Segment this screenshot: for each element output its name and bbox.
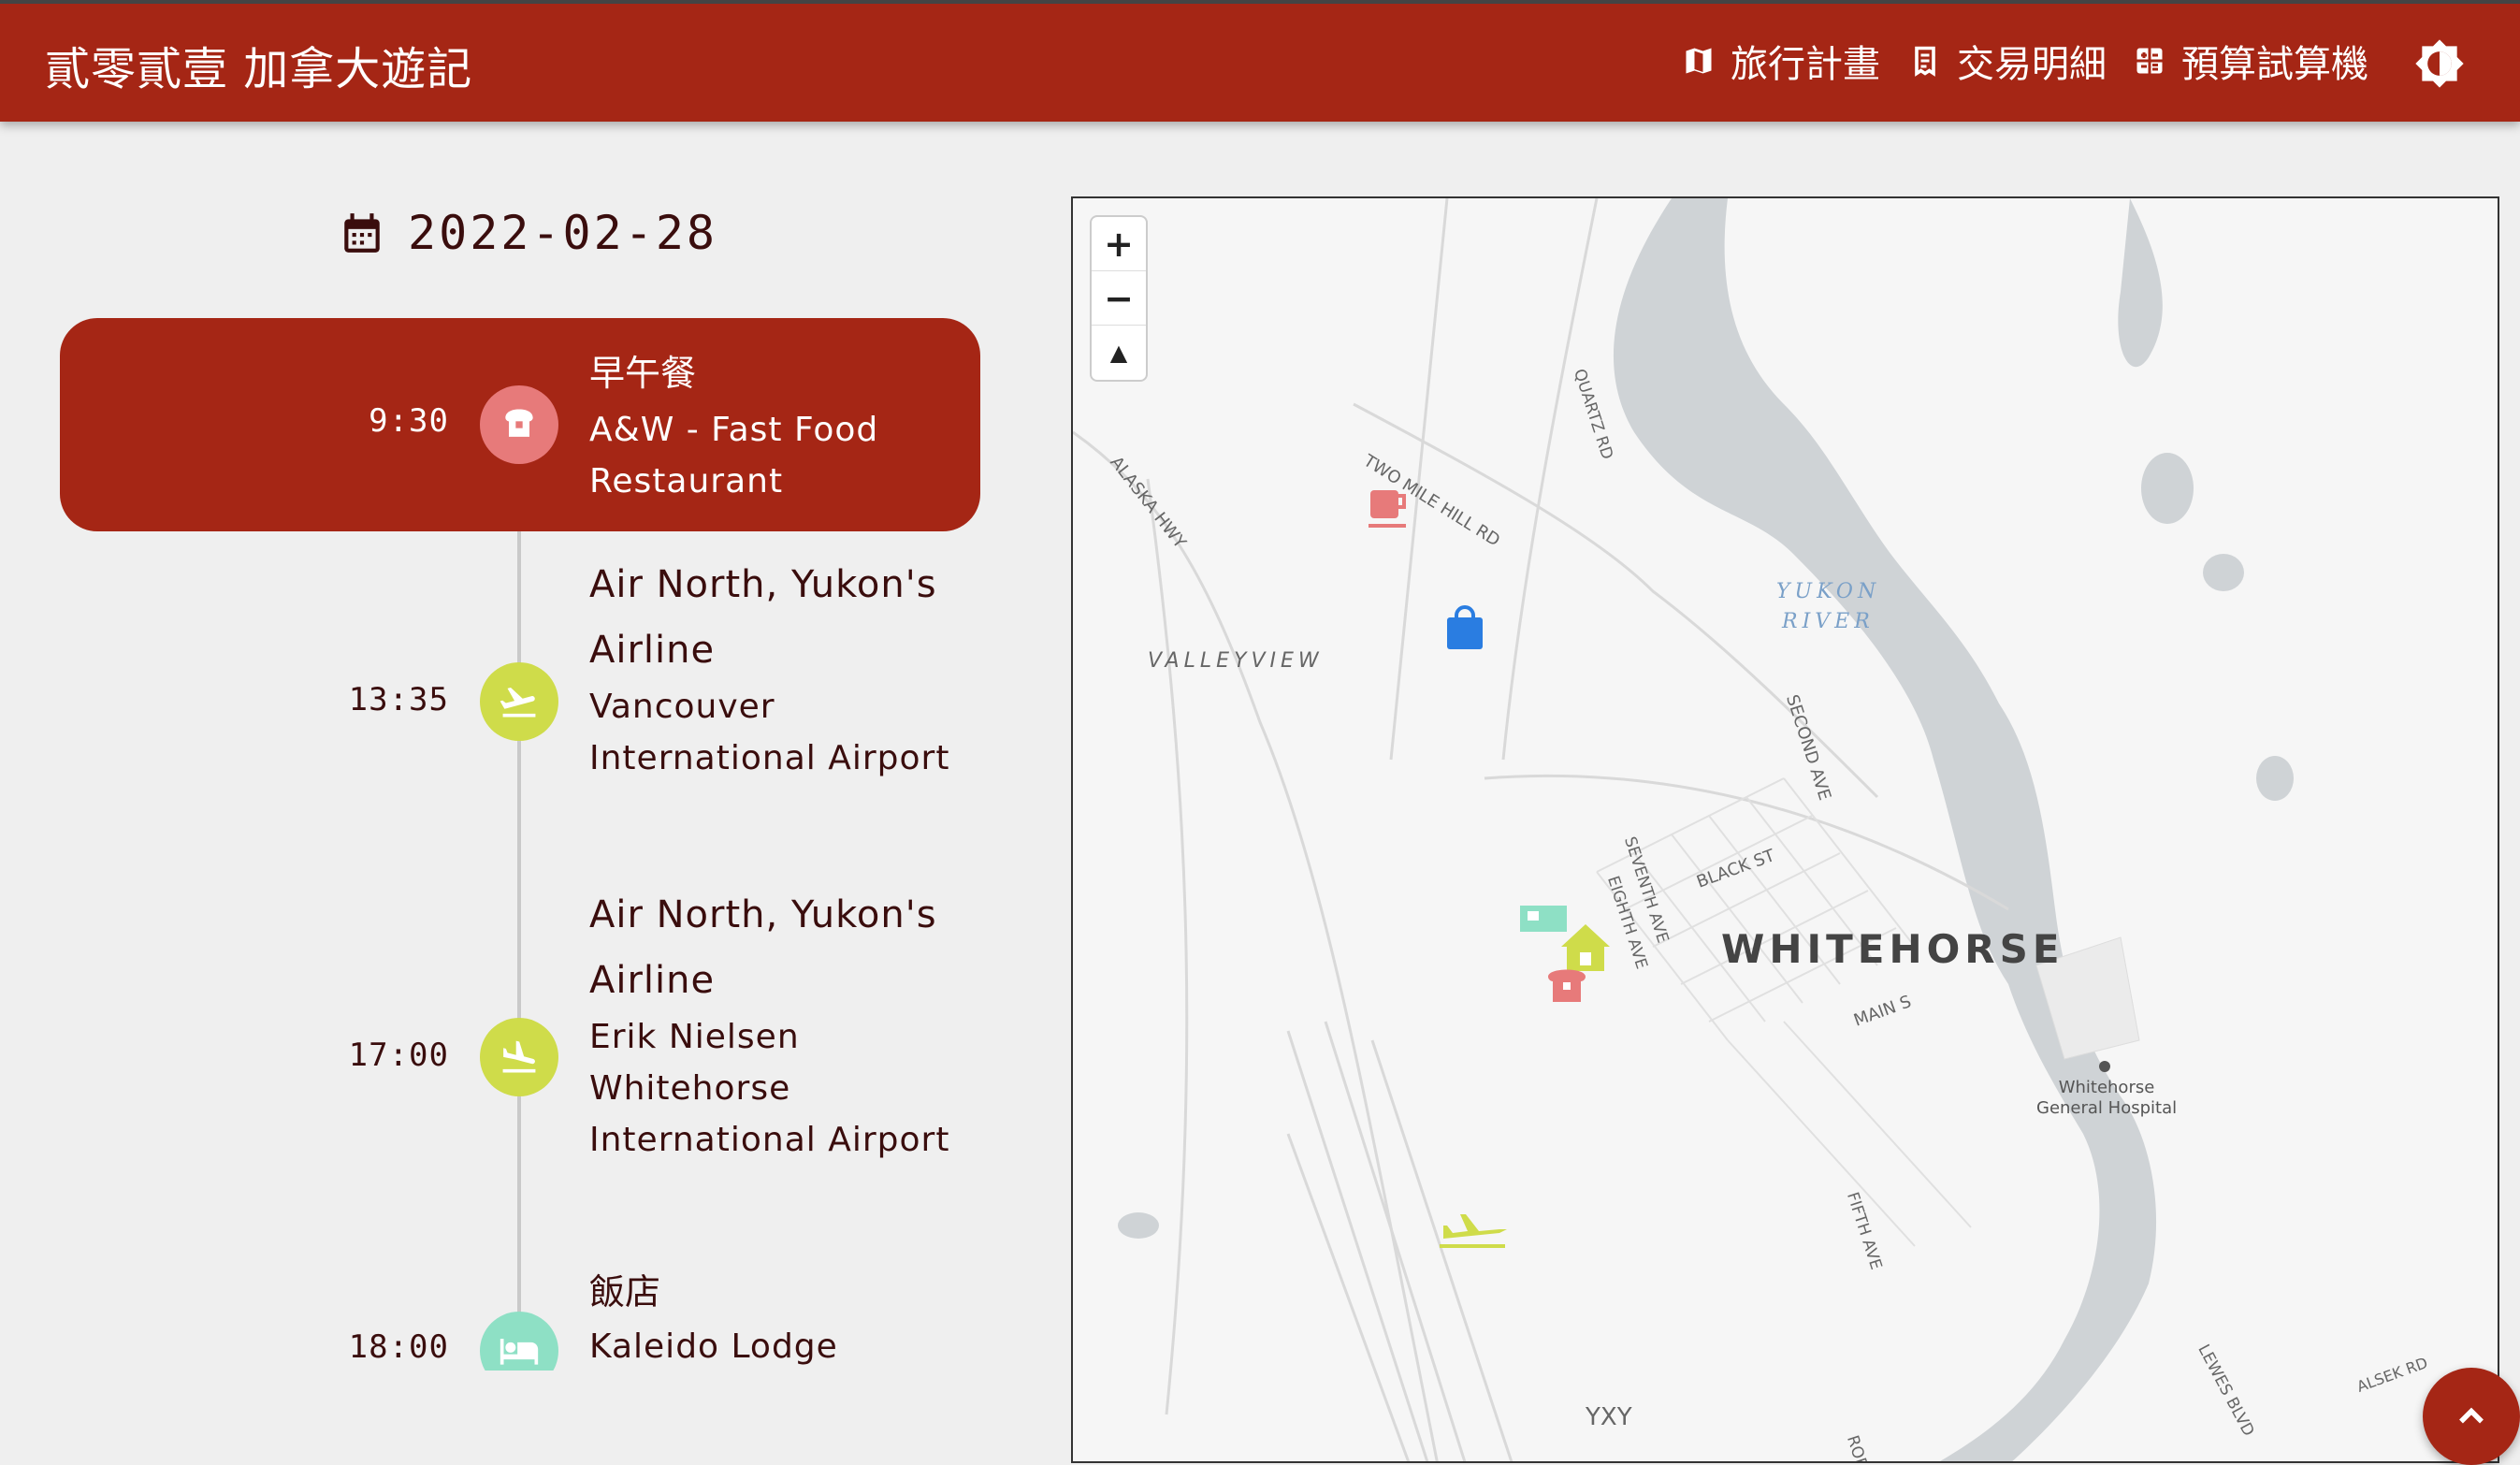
map-label-yxy: YXY [1586,1403,1632,1431]
airport-marker-icon[interactable] [1440,1214,1507,1248]
event-category: 早午餐 [589,353,697,394]
nav-transactions[interactable]: 交易明細 [1908,34,2107,88]
restaurant-icon [505,409,533,437]
flight-land-icon [502,1040,536,1073]
brightness-icon[interactable] [2413,37,2466,90]
itinerary-panel: 2022-02-28 9:30 早午餐 A&W - Fast Food Rest… [0,122,1010,1463]
event-time: 13:35 [348,681,449,718]
event-dot [480,662,558,741]
map-canvas[interactable] [1073,198,2499,1463]
event-time: 17:00 [348,1037,449,1074]
event-time: 18:00 [348,1328,449,1366]
map-label-yukon: YUKON [1776,580,1881,603]
event-place: Kaleido Lodge [589,1327,838,1366]
nav-budget-calculator[interactable]: 預算試算機 [2133,34,2368,88]
event-name: Air North, Yukon's Airline [589,893,937,1002]
nav-label: 旅行計畫 [1731,43,1880,86]
zoom-out-button[interactable]: − [1092,271,1146,326]
map-label-valleyview: VALLEYVIEW [1148,649,1324,673]
zoom-in-button[interactable]: + [1092,217,1146,271]
restaurant-marker-icon[interactable] [1548,969,1586,1003]
home-marker-icon[interactable] [1561,924,1610,971]
map-label-city: WHITEHORSE [1721,926,2064,972]
flight-takeoff-icon [500,687,536,718]
nav-travel-plan[interactable]: 旅行計畫 [1682,34,1880,88]
event-place: A&W - Fast Food Restaurant [589,411,879,500]
zoom-controls: + − ▲ [1090,215,1148,382]
event-dot [480,385,558,464]
receipt-icon [1915,46,1935,77]
calculator-icon [2136,48,2163,74]
nav-label: 預算試算機 [2181,43,2368,86]
cafe-marker-icon[interactable] [1369,490,1406,528]
itinerary-date: 2022-02-28 [339,206,717,260]
event-place: Vancouver International Airport [589,688,950,777]
map-icon [1686,48,1712,74]
scroll-top-button[interactable] [2423,1368,2520,1465]
chevron-up-icon [2459,1407,2484,1424]
event-dot [480,1018,558,1096]
map-label-hospital-2: General Hospital [2036,1098,2178,1118]
shopping-marker-icon[interactable] [1447,605,1483,649]
event-name: Air North, Yukon's Airline [589,563,937,672]
top-app-bar: 貳零貳壹 加拿大遊記 旅行計畫 交易明細 預算試算機 [0,0,2520,122]
event-category: 飯店 [589,1271,661,1313]
event-place: Erik Nielsen Whitehorse International Ai… [589,1018,950,1159]
map-label-river: RIVER [1782,610,1875,633]
hotel-icon [500,1339,539,1365]
event-time: 9:30 [369,402,449,440]
map-view[interactable]: + − ▲ WHITEHORSE VALLEYVIEW YUKON RIVER … [1071,196,2499,1463]
reset-north-button[interactable]: ▲ [1092,326,1146,380]
timeline: 9:30 早午餐 A&W - Fast Food Restaurant 13:3… [0,318,1010,1371]
app-title[interactable]: 貳零貳壹 加拿大遊記 [45,32,472,97]
hotel-marker-icon[interactable] [1520,906,1567,932]
calendar-icon [344,213,380,253]
map-label-hospital-1: Whitehorse [2058,1078,2155,1097]
date-text: 2022-02-28 [408,206,718,260]
nav-label: 交易明細 [1957,43,2107,86]
event-dot [480,1312,558,1371]
